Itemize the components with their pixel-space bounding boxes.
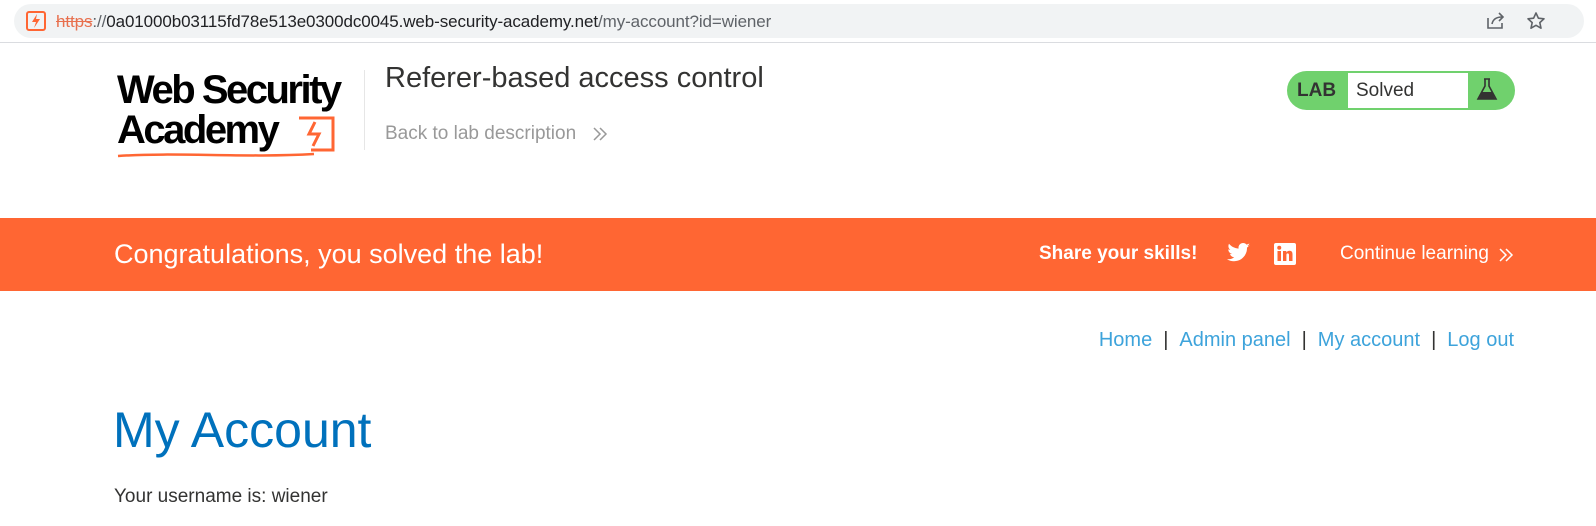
lab-badge: LAB [1297,80,1337,101]
lab-status-widget: LAB Solved [1287,71,1515,110]
url-text[interactable]: https://0a01000b03115fd78e513e0300dc0045… [56,12,771,32]
flask-icon [1476,78,1498,100]
academy-header: Web Security Academy Referer-based acces… [0,44,1596,218]
url-separator: :// [92,12,107,31]
nav-separator: | [1163,329,1169,351]
url-host: 0a01000b03115fd78e513e0300dc0045.web-sec… [106,12,599,31]
continue-learning-link[interactable]: Continue learning [1340,243,1489,265]
logo-line2: Academy [117,108,280,152]
username-text: Your username is: wiener [114,486,328,507]
logo-line1: Web Security [117,68,342,112]
nav-separator: | [1301,329,1307,351]
page-title: My Account [113,402,372,458]
star-icon[interactable] [1526,11,1546,31]
site-navigation: Home | Admin panel | My account | Log out [1099,329,1514,352]
nav-home-link[interactable]: Home [1099,329,1152,351]
nav-my-account-link[interactable]: My account [1318,329,1420,351]
nav-log-out-link[interactable]: Log out [1447,329,1514,351]
site-favicon-icon[interactable] [26,11,46,31]
url-scheme: https [56,12,93,31]
url-path: /my-account?id=wiener [598,12,772,31]
double-chevron-right-icon[interactable] [1498,247,1514,263]
share-icon[interactable] [1486,12,1506,30]
lab-status-box: Solved [1348,73,1468,108]
solved-banner: Congratulations, you solved the lab! Sha… [0,218,1596,291]
back-to-lab-description-link[interactable]: Back to lab description [385,123,576,145]
nav-admin-panel-link[interactable]: Admin panel [1179,329,1290,351]
double-chevron-right-icon[interactable] [592,126,608,142]
logo-underline-icon [117,152,315,158]
twitter-icon[interactable] [1227,243,1251,263]
share-your-skills-label: Share your skills! [1039,243,1198,264]
congratulations-message: Congratulations, you solved the lab! [114,239,544,269]
lab-status-text: Solved [1356,80,1415,101]
logo-lightning-icon [299,116,335,152]
browser-toolbar: https://0a01000b03115fd78e513e0300dc0045… [0,0,1596,43]
linkedin-icon[interactable] [1274,243,1296,265]
nav-separator: | [1431,329,1437,351]
header-divider [364,70,365,150]
lab-title: Referer-based access control [385,62,764,94]
address-bar[interactable]: https://0a01000b03115fd78e513e0300dc0045… [14,4,1584,38]
web-security-academy-logo[interactable]: Web Security Academy [116,68,366,160]
